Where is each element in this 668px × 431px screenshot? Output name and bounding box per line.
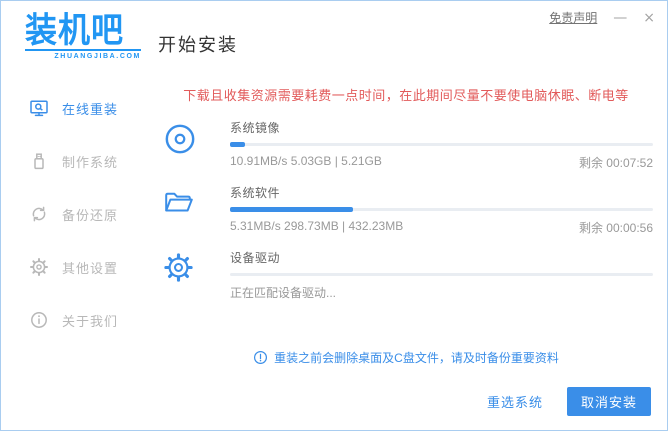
task-stats: 10.91MB/s 5.03GB | 5.21GB xyxy=(230,154,382,171)
task-row-device-driver: 设备驱动 正在匹配设备驱动... xyxy=(159,249,653,301)
progress-fill xyxy=(230,142,245,147)
download-warning-text: 下载且收集资源需要耗费一点时间，在此期间尽量不要使电脑休眠、断电等 xyxy=(159,85,653,104)
reselect-system-button[interactable]: 重选系统 xyxy=(487,392,543,411)
task-name: 设备驱动 xyxy=(230,249,653,266)
progress-bar xyxy=(230,208,653,211)
main-content: 下载且收集资源需要耗费一点时间，在此期间尽量不要使电脑休眠、断电等 系统镜像 1… xyxy=(159,85,653,366)
folder-icon xyxy=(159,184,230,236)
task-remaining: 剩余 00:07:52 xyxy=(579,154,653,171)
sidebar-item-make-system[interactable]: 制作系统 xyxy=(29,150,149,172)
titlebar: 免责声明 — × xyxy=(549,9,655,26)
sidebar-item-online-reinstall[interactable]: 在线重装 xyxy=(29,97,149,119)
disc-icon xyxy=(159,119,230,171)
close-icon[interactable]: × xyxy=(643,11,655,25)
backup-notice: 重装之前会删除桌面及C盘文件，请及时备份重要资料 xyxy=(159,349,653,366)
disclaimer-link[interactable]: 免责声明 xyxy=(549,9,597,26)
task-name: 系统镜像 xyxy=(230,119,653,136)
cancel-install-button[interactable]: 取消安装 xyxy=(567,387,651,416)
usb-drive-icon xyxy=(29,151,49,171)
gear-icon xyxy=(159,249,230,301)
sidebar-item-label: 在线重装 xyxy=(62,99,118,118)
progress-bar xyxy=(230,143,653,146)
restore-arrows-icon xyxy=(29,204,49,224)
sidebar-item-other-settings[interactable]: 其他设置 xyxy=(29,256,149,278)
task-stats: 5.31MB/s 298.73MB | 432.23MB xyxy=(230,219,403,236)
sidebar-item-about-us[interactable]: 关于我们 xyxy=(29,309,149,331)
logo-domain: ZHUANGJIBA.COM xyxy=(25,49,141,60)
backup-notice-text: 重装之前会删除桌面及C盘文件，请及时备份重要资料 xyxy=(274,349,559,366)
task-list: 系统镜像 10.91MB/s 5.03GB | 5.21GB 剩余 00:07:… xyxy=(159,119,653,301)
sidebar-item-label: 关于我们 xyxy=(62,311,118,330)
monitor-search-icon xyxy=(29,98,49,118)
sidebar-item-label: 制作系统 xyxy=(62,152,118,171)
task-stats: 正在匹配设备驱动... xyxy=(230,284,336,301)
minimize-icon[interactable]: — xyxy=(613,11,627,25)
info-circle-icon xyxy=(29,310,49,330)
task-row-system-image: 系统镜像 10.91MB/s 5.03GB | 5.21GB 剩余 00:07:… xyxy=(159,119,653,171)
sidebar-item-label: 备份还原 xyxy=(62,205,118,224)
sidebar-item-label: 其他设置 xyxy=(62,258,118,277)
sidebar: 在线重装 制作系统 备份还原 xyxy=(1,97,149,331)
task-name: 系统软件 xyxy=(230,184,653,201)
page-title: 开始安装 xyxy=(158,31,238,57)
task-remaining: 剩余 00:00:56 xyxy=(579,219,653,236)
footer-actions: 重选系统 取消安装 xyxy=(487,387,651,416)
app-logo: 装机吧 ZHUANGJIBA.COM xyxy=(25,13,141,60)
task-row-system-software: 系统软件 5.31MB/s 298.73MB | 432.23MB 剩余 00:… xyxy=(159,184,653,236)
sidebar-item-backup-restore[interactable]: 备份还原 xyxy=(29,203,149,225)
app-window: 免责声明 — × 装机吧 ZHUANGJIBA.COM 开始安装 在线重装 xyxy=(0,0,668,431)
logo-text: 装机吧 xyxy=(25,12,141,50)
warning-info-icon xyxy=(253,350,268,365)
progress-bar xyxy=(230,273,653,276)
progress-fill xyxy=(230,207,353,212)
gear-icon xyxy=(29,257,49,277)
